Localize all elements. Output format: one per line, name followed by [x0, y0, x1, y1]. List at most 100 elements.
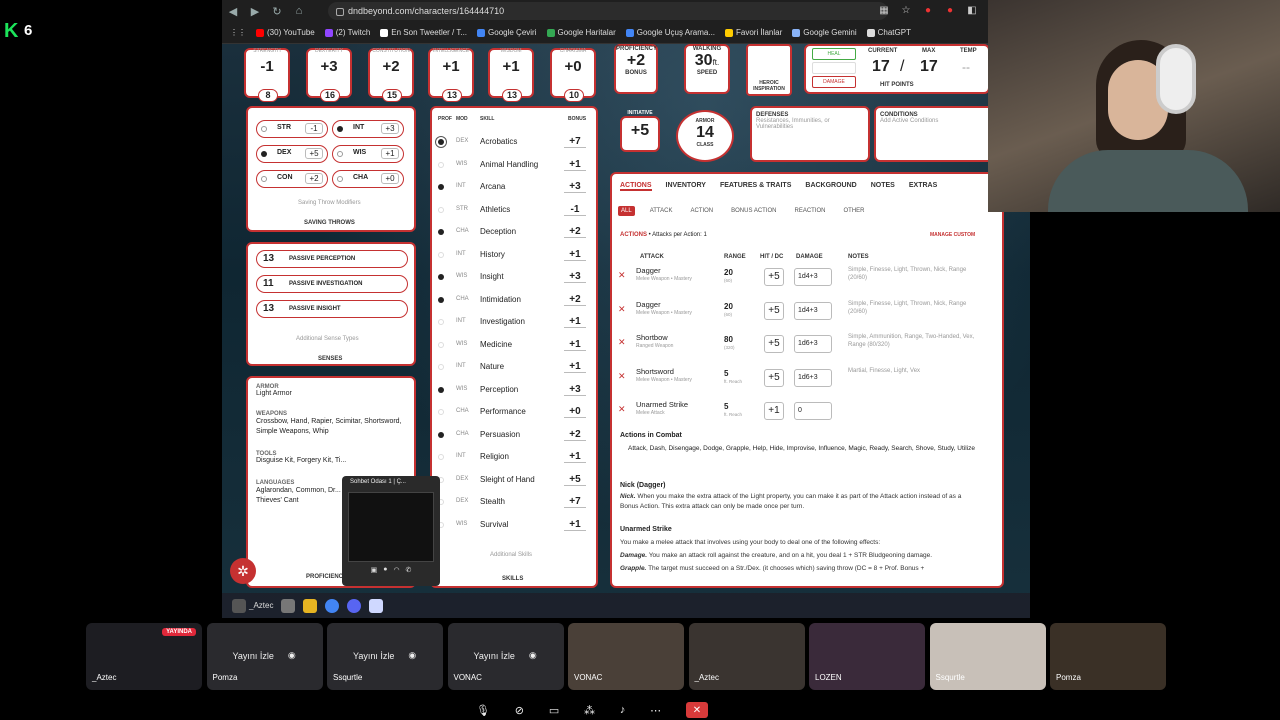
watch-stream-button[interactable]: Yayını İzle ◉: [474, 650, 537, 661]
skill-row[interactable]: DEX Sleight of Hand +5: [432, 472, 596, 490]
skill-row[interactable]: INT Nature +1: [432, 359, 596, 377]
explorer-icon[interactable]: [303, 598, 318, 614]
skill-row[interactable]: WIS Animal Handling +1: [432, 157, 596, 175]
skill-row[interactable]: WIS Insight +3: [432, 269, 596, 287]
ability-int[interactable]: INTELLIGENCE +1 13: [428, 48, 474, 102]
forward-icon[interactable]: ▶: [244, 0, 266, 22]
leave-call-button[interactable]: ✕: [685, 702, 708, 718]
taskbar-active-stream[interactable]: _Aztec: [232, 598, 273, 614]
initiative[interactable]: INITIATIVE +5: [620, 110, 660, 152]
attack-damage-button[interactable]: 1d6+3: [794, 335, 832, 353]
taskview-icon[interactable]: [281, 598, 296, 614]
save-int[interactable]: INT +3: [332, 120, 404, 138]
skill-row[interactable]: INT Investigation +1: [432, 314, 596, 332]
participant-tile[interactable]: YAYINDA _Aztec: [86, 623, 202, 690]
hp-input[interactable]: [812, 62, 856, 74]
skill-row[interactable]: WIS Perception +3: [432, 382, 596, 400]
headset-icon[interactable]: ◠: [393, 566, 399, 574]
bookmark-favorites[interactable]: Favori İlanlar: [725, 28, 782, 37]
bookmark-x[interactable]: En Son Tweetler / T...: [380, 28, 467, 37]
defenses[interactable]: DEFENSES Resistances, Immunities, or Vul…: [750, 106, 870, 162]
save-dex[interactable]: DEX +5: [256, 145, 328, 163]
attack-damage-button[interactable]: 0: [794, 402, 832, 420]
video-icon[interactable]: ▣: [371, 566, 378, 574]
participant-tile[interactable]: Ssqurtle: [929, 623, 1046, 690]
participant-tile[interactable]: Yayını İzle ◉ Pomza: [206, 623, 323, 690]
extension-icon[interactable]: ●: [920, 2, 936, 18]
participant-tile[interactable]: Yayını İzle ◉ VONAC: [447, 623, 564, 690]
apps-icon[interactable]: ⋮⋮: [230, 28, 246, 37]
watch-stream-button[interactable]: Yayını İzle ◉: [233, 650, 296, 661]
skill-row[interactable]: WIS Survival +1: [432, 517, 596, 535]
bookmark-flights[interactable]: Google Uçuş Arama...: [625, 28, 715, 37]
tab-extras[interactable]: EXTRAS: [909, 182, 937, 191]
discord-icon[interactable]: [347, 598, 362, 614]
phone-icon[interactable]: ✆: [406, 566, 412, 574]
ability-cha[interactable]: CHARISMA +0 10: [550, 48, 596, 102]
tab-notes[interactable]: NOTES: [871, 182, 895, 191]
skill-row[interactable]: DEX Stealth +7: [432, 494, 596, 512]
ability-str[interactable]: STRENGTH -1 8: [244, 48, 290, 102]
tab-background[interactable]: BACKGROUND: [805, 182, 856, 191]
tab-actions[interactable]: ACTIONS: [620, 182, 652, 191]
participant-tile[interactable]: LOZEN: [809, 623, 925, 690]
skill-row[interactable]: CHA Performance +0: [432, 404, 596, 422]
bookmark-maps[interactable]: Google Haritalar: [546, 28, 616, 37]
bookmark-gemini[interactable]: Google Gemini: [792, 28, 857, 37]
attack-damage-button[interactable]: 1d6+3: [794, 368, 832, 387]
bookmark-twitch[interactable]: (2) Twitch: [324, 28, 370, 37]
heroic-inspiration[interactable]: HEROIC INSPIRATION: [746, 44, 792, 96]
reload-icon[interactable]: ↻: [266, 0, 288, 22]
manage-custom-link[interactable]: MANAGE CUSTOM: [930, 232, 975, 238]
watch-stream-button[interactable]: Yayını İzle ◉: [353, 650, 416, 661]
skill-row[interactable]: CHA Deception +2: [432, 224, 596, 242]
hp-current[interactable]: 17: [872, 58, 890, 76]
attack-hit-button[interactable]: +5: [764, 268, 784, 286]
url-bar[interactable]: dndbeyond.com/characters/164444710: [328, 2, 888, 20]
activities-icon[interactable]: ⁂: [584, 704, 595, 717]
participant-tile[interactable]: VONAC: [568, 623, 684, 690]
extension-icon[interactable]: ●: [942, 2, 958, 18]
skill-row[interactable]: INT History +1: [432, 247, 596, 265]
screen-share-icon[interactable]: ▭: [549, 704, 559, 717]
filter-other[interactable]: OTHER: [841, 206, 868, 216]
attack-hit-button[interactable]: +5: [764, 301, 784, 320]
camera-off-icon[interactable]: ⊘: [515, 704, 524, 717]
back-icon[interactable]: ◀: [222, 0, 244, 22]
participant-tile[interactable]: Pomza: [1050, 623, 1166, 690]
ability-con[interactable]: CONSTITUTION +2 15: [368, 48, 414, 102]
puzzle-icon[interactable]: ◧: [964, 2, 980, 18]
filter-attack[interactable]: ATTACK: [647, 206, 676, 216]
home-icon[interactable]: ⌂: [288, 0, 310, 22]
filter-all[interactable]: ALL: [618, 206, 635, 216]
filter-reaction[interactable]: REACTION: [791, 206, 828, 216]
mic-icon[interactable]: ●: [383, 566, 387, 574]
soundboard-icon[interactable]: ♪: [620, 704, 626, 716]
chat-popup[interactable]: Sohbet Odası 1 | Ç... ▣ ● ◠ ✆: [342, 476, 440, 586]
tab-inventory[interactable]: INVENTORY: [666, 182, 706, 191]
ability-dex[interactable]: DEXTERITY +3 16: [306, 48, 352, 102]
attack-row[interactable]: ✕ Dagger Melee Weapon • Mastery 20 (60) +5 1d4…: [618, 300, 978, 330]
attack-hit-button[interactable]: +5: [764, 335, 784, 353]
mic-icon[interactable]: 🎙: [476, 704, 490, 717]
save-str[interactable]: STR -1: [256, 120, 328, 138]
save-wis[interactable]: WIS +1: [332, 145, 404, 163]
skill-row[interactable]: INT Arcana +3: [432, 179, 596, 197]
save-con[interactable]: CON +2: [256, 170, 328, 188]
attack-row[interactable]: ✕ Dagger Melee Weapon • Mastery 20 (60) +5 1d4…: [618, 266, 978, 296]
more-icon[interactable]: ⋯: [650, 704, 661, 717]
skill-row[interactable]: STR Athletics -1: [432, 202, 596, 220]
ability-wis[interactable]: WISDOM +1 13: [488, 48, 534, 102]
bookmark-translate[interactable]: Google Çeviri: [477, 28, 537, 37]
translate-icon[interactable]: ▦: [876, 2, 892, 18]
attack-row[interactable]: ✕ Shortsword Melee Weapon • Mastery 5 ft. Re…: [618, 367, 978, 397]
filter-bonus-action[interactable]: BONUS ACTION: [728, 206, 779, 216]
attack-row[interactable]: ✕ Shortbow Ranged Weapon 80 (320) +5 1d6+3 Simp…: [618, 333, 978, 363]
filter-action[interactable]: ACTION: [687, 206, 716, 216]
attack-damage-button[interactable]: 1d4+3: [794, 301, 832, 320]
skill-row[interactable]: DEX Acrobatics +7: [432, 134, 596, 152]
skill-row[interactable]: INT Religion +1: [432, 449, 596, 467]
skill-row[interactable]: WIS Medicine +1: [432, 337, 596, 355]
damage-button[interactable]: DAMAGE: [812, 76, 856, 88]
star-icon[interactable]: ☆: [898, 2, 914, 18]
